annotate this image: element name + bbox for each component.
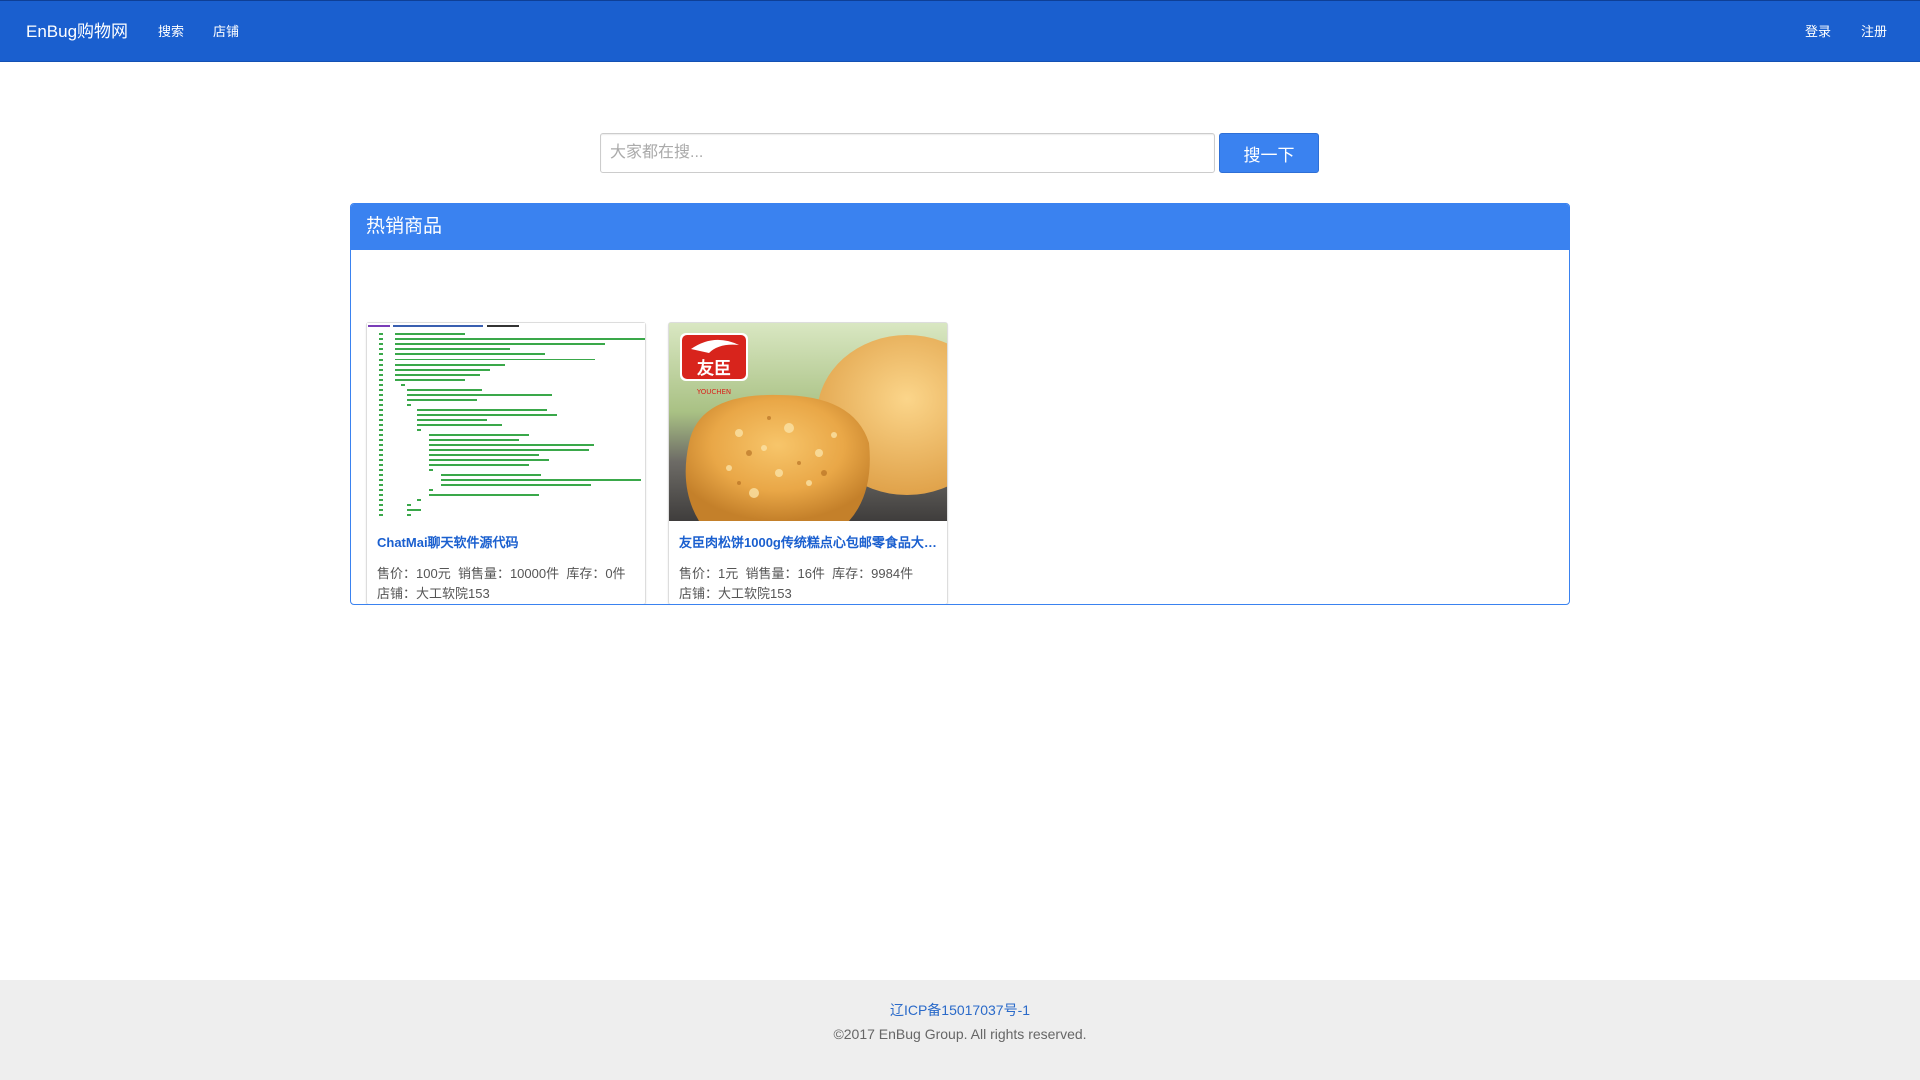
- product-stats: 售价：1元 销售量：16件 库存：9984件: [679, 563, 913, 582]
- pastry-logo-subtext: YOUCHEN: [696, 388, 731, 396]
- pastry-photo-icon: 友臣 YOUCHEN: [669, 323, 947, 521]
- product-price: 售价：1元: [679, 566, 739, 581]
- product-title[interactable]: ChatMai聊天软件源代码: [377, 532, 637, 551]
- product-price: 售价：100元: [377, 566, 451, 581]
- nav-link-search[interactable]: 搜索: [158, 1, 184, 63]
- nav-link-shops[interactable]: 店铺: [213, 1, 239, 63]
- product-shop: 店铺：大工软院153: [679, 586, 792, 601]
- panel-body: ChatMai聊天软件源代码 售价：100元 销售量：10000件 库存：0件 …: [351, 250, 1569, 604]
- search-input[interactable]: [600, 133, 1215, 173]
- top-navbar: EnBug购物网 搜索 店铺 登录 注册: [0, 0, 1920, 62]
- search-button[interactable]: 搜一下: [1219, 133, 1319, 173]
- product-card[interactable]: ChatMai聊天软件源代码 售价：100元 销售量：10000件 库存：0件 …: [366, 322, 646, 604]
- product-stats: 售价：100元 销售量：10000件 库存：0件: [377, 563, 626, 582]
- icp-link[interactable]: 辽ICP备15017037号-1: [0, 1000, 1920, 1020]
- product-image-code[interactable]: [367, 323, 645, 521]
- search-bar: 搜一下: [600, 133, 1319, 173]
- code-screenshot-icon: [367, 323, 645, 521]
- nav-left: 搜索 店铺: [158, 1, 268, 63]
- nav-right: 登录 注册: [1775, 1, 1887, 63]
- panel-title: 热销商品: [351, 204, 1569, 250]
- product-stock: 库存：9984件: [832, 566, 914, 581]
- pastry-logo-text: 友臣: [697, 358, 731, 379]
- product-card[interactable]: 友臣 YOUCHEN 友臣肉松饼1000g传统糕点心包邮零食品大礼包 售价：1元…: [668, 322, 948, 604]
- brand-link[interactable]: EnBug购物网: [26, 1, 128, 63]
- product-shop: 店铺：大工软院153: [377, 586, 490, 601]
- copyright-text: ©2017 EnBug Group. All rights reserved.: [833, 1026, 1087, 1042]
- product-sales: 销售量：16件: [745, 566, 825, 581]
- product-stock: 库存：0件: [566, 566, 626, 581]
- product-title[interactable]: 友臣肉松饼1000g传统糕点心包邮零食品大礼包: [679, 532, 939, 551]
- product-sales: 销售量：10000件: [457, 566, 560, 581]
- hot-products-panel: 热销商品 ChatMai聊天软件源代码 售价：100元 销售量：10000件 库…: [350, 203, 1570, 605]
- login-link[interactable]: 登录: [1805, 1, 1831, 63]
- page-footer: 辽ICP备15017037号-1 ©2017 EnBug Group. All …: [0, 980, 1920, 1080]
- product-image-pastry[interactable]: 友臣 YOUCHEN: [669, 323, 947, 521]
- register-link[interactable]: 注册: [1861, 1, 1887, 63]
